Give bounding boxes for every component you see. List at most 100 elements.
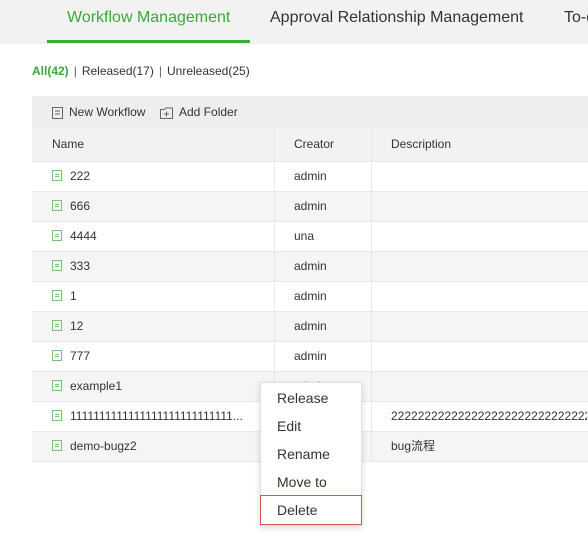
active-tab-indicator [47,40,250,43]
filter-separator: | [73,64,77,78]
workflow-file-icon [52,350,62,362]
column-divider [274,162,275,191]
column-divider [371,402,372,431]
column-divider [274,342,275,371]
workflow-name[interactable]: 1111111111111111111111111111... [70,409,243,423]
name-cell: 333 [52,252,277,281]
workflow-name[interactable]: 333 [70,259,90,273]
workflow-file-icon [52,200,62,212]
column-divider [274,192,275,221]
name-cell: 777 [52,342,277,371]
filter-released[interactable]: Released(17) [82,64,154,78]
table-row[interactable]: 12 admin [32,312,588,342]
column-divider [371,252,372,281]
workflow-file-icon [52,170,62,182]
description-cell [391,222,587,251]
menu-item-release[interactable]: Release [261,384,361,412]
description-cell: bug流程 [391,439,436,453]
table-row[interactable]: 666 admin [32,192,588,222]
workflow-file-icon [52,440,62,452]
description-cell: 2222222222222222222222222222222222 [391,409,587,423]
column-divider [274,128,275,161]
column-divider [371,432,372,461]
top-tab-bar: Workflow Management Approval Relationshi… [0,0,588,44]
new-workflow-button[interactable]: New Workflow [52,96,145,128]
table-row[interactable]: 333 admin [32,252,588,282]
workflow-name[interactable]: example1 [70,379,122,393]
menu-item-edit[interactable]: Edit [261,412,361,440]
creator-cell: admin [294,349,327,363]
column-divider [371,128,372,161]
tab-approval-relationship-management[interactable]: Approval Relationship Management [270,0,523,44]
workflow-name[interactable]: 4444 [70,229,97,243]
new-workflow-label: New Workflow [69,105,146,119]
column-divider [371,372,372,401]
column-divider [371,282,372,311]
status-filter-bar: All(42) | Released(17) | Unreleased(25) [32,64,250,78]
creator-cell: admin [294,289,327,303]
name-cell: 1111111111111111111111111111... [52,402,277,431]
column-divider [371,162,372,191]
workflow-name[interactable]: 222 [70,169,90,183]
workflow-name[interactable]: 777 [70,349,90,363]
workflow-file-icon [52,230,62,242]
menu-item-rename[interactable]: Rename [261,440,361,468]
column-header-creator[interactable]: Creator [294,128,334,161]
table-row[interactable]: 777 admin [32,342,588,372]
name-cell: 222 [52,162,277,191]
name-cell: 1 [52,282,277,311]
column-divider [371,222,372,251]
description-cell [391,282,587,311]
workflow-file-icon [52,260,62,272]
description-cell [391,252,587,281]
column-divider [274,252,275,281]
column-header-name[interactable]: Name [52,128,84,161]
add-folder-label: Add Folder [179,105,238,119]
table-row[interactable]: 4444 una [32,222,588,252]
column-divider [274,282,275,311]
creator-cell: admin [294,259,327,273]
filter-all[interactable]: All(42) [32,64,69,78]
workflow-name[interactable]: demo-bugz2 [70,439,137,453]
column-divider [274,222,275,251]
description-cell [391,342,587,371]
creator-cell: una [294,229,315,243]
column-divider [371,312,372,341]
workflow-name[interactable]: 666 [70,199,90,213]
column-divider [274,312,275,341]
add-folder-button[interactable]: Add Folder [160,96,238,128]
workflow-file-icon [52,290,62,302]
description-cell [391,372,587,401]
description-cell [391,312,587,341]
name-cell: 666 [52,192,277,221]
description-cell [391,192,587,221]
name-cell: example1 [52,372,277,401]
filter-separator: | [158,64,162,78]
workflow-file-icon [52,320,62,332]
filter-unreleased[interactable]: Unreleased(25) [167,64,250,78]
creator-cell: admin [294,199,327,213]
new-workflow-icon [52,106,63,119]
name-cell: 4444 [52,222,277,251]
add-folder-icon [160,107,173,119]
creator-cell: admin [294,169,327,183]
workflow-toolbar: New Workflow Add Folder [32,96,588,128]
workflow-name[interactable]: 12 [70,319,83,333]
workflow-file-icon [52,410,62,422]
description-cell [391,162,587,191]
table-row[interactable]: 222 admin [32,162,588,192]
workflow-file-icon [52,380,62,392]
creator-cell: admin [294,319,327,333]
column-divider [371,192,372,221]
menu-item-delete[interactable]: Delete [260,495,362,525]
tab-to-do[interactable]: To-do [564,0,588,44]
table-row[interactable]: 1 admin [32,282,588,312]
name-cell: demo-bugz2 [52,432,277,461]
name-cell: 12 [52,312,277,341]
column-header-description[interactable]: Description [391,128,451,161]
tab-workflow-management[interactable]: Workflow Management [67,0,230,44]
column-divider [371,342,372,371]
workflow-name[interactable]: 1 [70,289,77,303]
menu-item-move-to[interactable]: Move to [261,468,361,496]
row-context-menu: Release Edit Rename Move to Delete [260,382,362,526]
